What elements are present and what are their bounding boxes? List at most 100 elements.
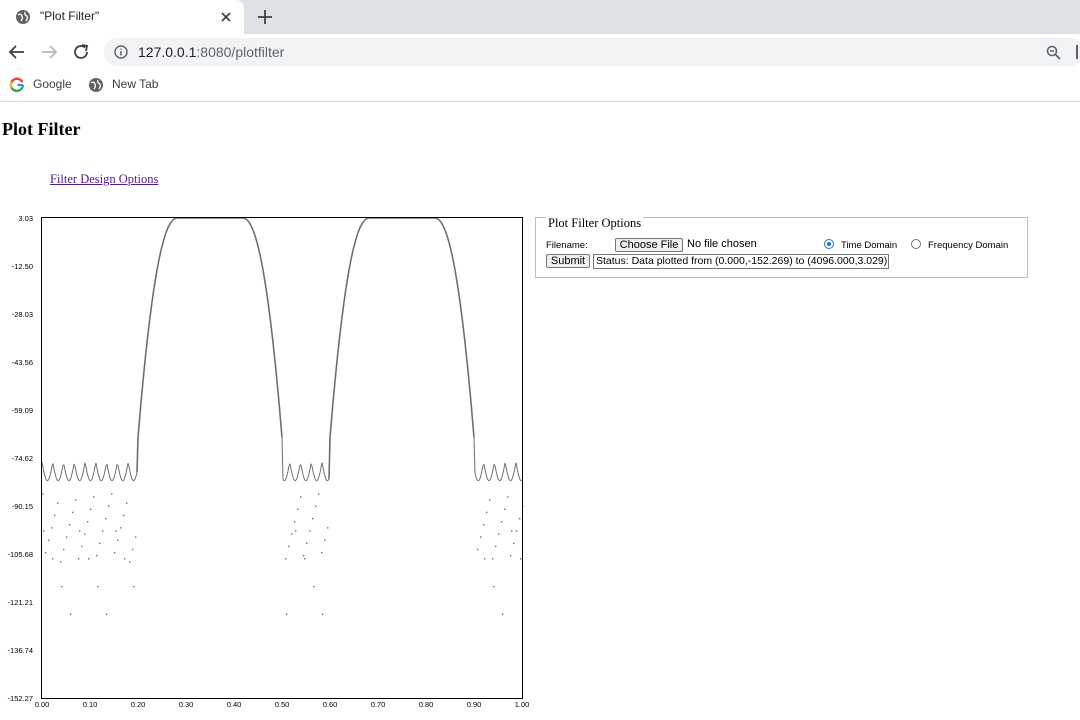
menu-icon[interactable] (1076, 45, 1078, 59)
frequency-domain-radio[interactable] (911, 239, 921, 249)
stopband-point (120, 527, 122, 529)
response-segment (124, 473, 127, 478)
response-segment (157, 259, 160, 265)
response-segment (95, 462, 98, 469)
new-tab-icon[interactable] (256, 8, 274, 26)
response-segment (278, 402, 281, 414)
response-segment (341, 309, 344, 318)
response-segment (345, 281, 348, 289)
response-segment (348, 264, 351, 271)
response-segment (140, 391, 143, 403)
x-tick-label: 0.00 (35, 700, 50, 709)
response-segment (112, 477, 115, 481)
response-segment (262, 269, 265, 276)
submit-button[interactable]: Submit (546, 254, 590, 268)
stopband-point (498, 533, 500, 535)
stopband-point (306, 542, 308, 545)
response-segment (332, 391, 335, 403)
response-segment (290, 468, 293, 474)
stopband-point (511, 530, 513, 532)
response-segment (273, 351, 276, 362)
response-segment (492, 464, 495, 470)
response-segment (436, 217, 439, 220)
response-segment (457, 288, 460, 296)
info-icon[interactable] (114, 45, 128, 59)
response-segment (442, 225, 445, 229)
response-segment (63, 464, 66, 471)
stopband-point (486, 511, 488, 514)
response-segment (318, 472, 321, 477)
response-segment (92, 471, 95, 477)
reload-icon[interactable] (72, 43, 90, 61)
stopband-point (297, 508, 299, 511)
response-segment (250, 225, 253, 229)
globe-icon (89, 78, 103, 92)
response-segment (49, 471, 52, 476)
response-segment (360, 223, 363, 227)
time-domain-radio[interactable] (824, 239, 834, 249)
response-segment (161, 242, 164, 247)
filter-design-options-link[interactable]: Filter Design Options (50, 172, 158, 187)
stopband-point (507, 496, 509, 498)
x-tick-label: 0.30 (179, 700, 194, 709)
response-segment (173, 217, 176, 220)
response-segment (102, 474, 105, 479)
response-segment (43, 472, 46, 477)
response-segment (314, 478, 317, 481)
response-segment (264, 281, 267, 289)
response-segment (277, 391, 280, 403)
y-tick-label: -74.62 (12, 454, 33, 463)
response-segment (143, 361, 146, 372)
response-segment (64, 469, 67, 475)
stopband-point (286, 613, 288, 616)
stopband-point (135, 536, 137, 538)
response-segment (453, 264, 456, 271)
response-segment (505, 466, 508, 472)
url-text[interactable]: 127.0.0.1:8080/plotfilter (138, 44, 284, 60)
response-segment (107, 469, 110, 475)
response-segment (159, 250, 162, 256)
response-segment (286, 471, 289, 476)
stopband-point (81, 545, 83, 548)
response-segment (461, 317, 464, 326)
stopband-point (492, 558, 494, 560)
browser-tab[interactable]: "Plot Filter" (0, 0, 244, 34)
response-segment (149, 309, 152, 318)
y-tick-label: -59.09 (12, 406, 33, 415)
response-segment (316, 479, 319, 482)
response-segment (135, 472, 138, 477)
stopband-point (312, 517, 314, 520)
response-segment (76, 475, 79, 479)
bookmark-google[interactable]: Google (33, 77, 72, 91)
back-arrow-icon[interactable] (8, 43, 26, 61)
response-segment (313, 475, 316, 479)
status-field[interactable]: Status: Data plotted from (0.000,-152.26… (593, 254, 889, 269)
bookmark-new-tab[interactable]: New Tab (112, 77, 158, 91)
zoom-icon[interactable] (1046, 45, 1061, 60)
choose-file-button[interactable]: Choose File (615, 238, 683, 252)
stopband-point (48, 539, 50, 541)
stopband-point (90, 508, 92, 511)
url-path: :8080/plotfilter (196, 44, 285, 60)
response-segment (519, 479, 522, 482)
response-segment (334, 370, 337, 382)
response-segment (66, 477, 69, 481)
stopband-point (309, 530, 311, 532)
response-segment (337, 342, 340, 352)
stopband-point (520, 558, 522, 560)
response-segment (86, 471, 89, 477)
stopband-point (510, 554, 512, 557)
response-segment (491, 469, 494, 475)
y-tick-label: -152.27 (8, 694, 33, 703)
response-segment (472, 425, 475, 438)
page-title: Plot Filter (2, 119, 81, 139)
stopband-point (477, 548, 479, 551)
close-icon[interactable] (218, 9, 234, 25)
stopband-point (295, 530, 297, 532)
forward-arrow-icon[interactable] (40, 43, 58, 61)
stopband-point (111, 493, 113, 495)
response-segment (158, 254, 161, 260)
x-tick-label: 0.90 (467, 700, 482, 709)
response-segment (356, 232, 359, 236)
y-tick-label: -43.56 (12, 358, 33, 367)
